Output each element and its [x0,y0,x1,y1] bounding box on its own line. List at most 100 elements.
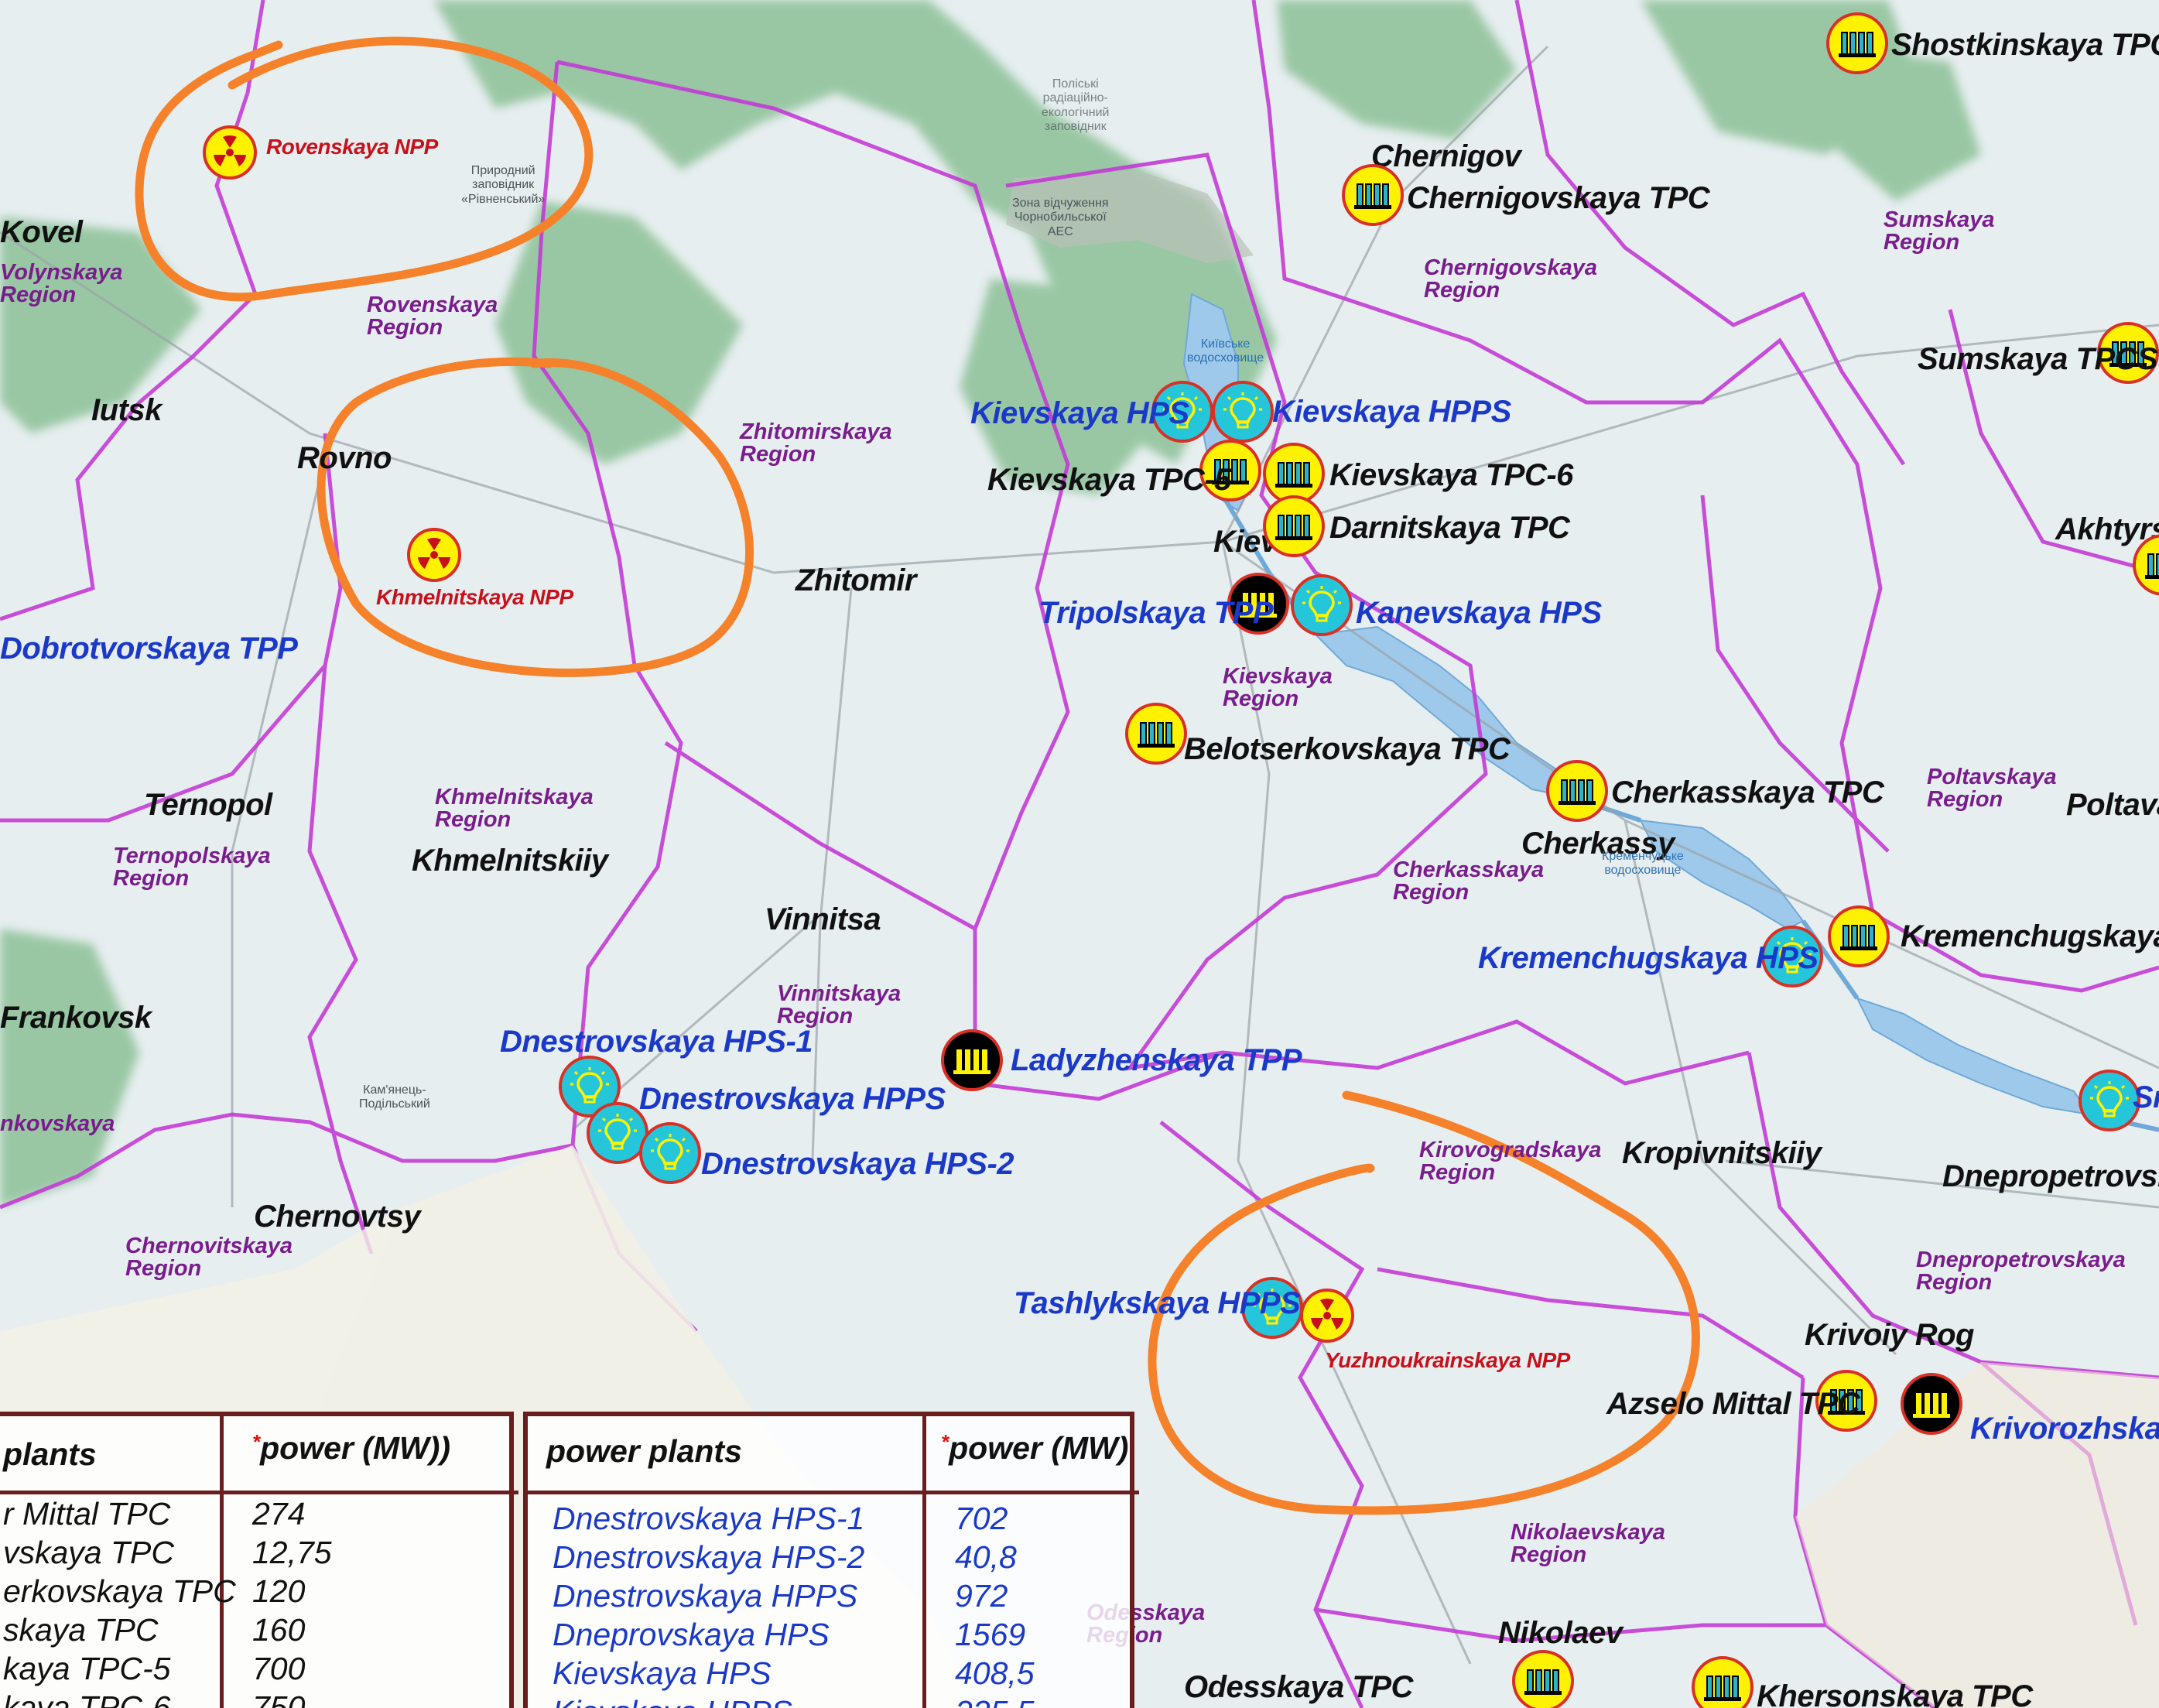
kyiv-reservoir-label: Київське водосховище [1187,337,1264,365]
city-rovno: Rovno [297,441,392,475]
label-sumskaya-partial: Su [2137,342,2159,376]
hydro-plant-icon[interactable] [1212,381,1274,443]
table-left-row-name: skaya TPC [3,1612,159,1648]
table-right-row-power: 235,5 [955,1696,1035,1708]
label-ladyzhenskaya-tpp: Ladyzhenskaya TPP [1011,1043,1302,1077]
table-right-header-plants: power plants [546,1433,742,1469]
city-kovel: Kovel [0,215,83,249]
thermal-plant-icon[interactable] [1342,164,1404,226]
region-dnepropetrovskaya: Dnepropetrovskaya Region [1916,1248,2126,1295]
kamyanets-label: Кам'янець- Подільський [359,1083,430,1111]
kremenchug-reservoir-label: Кременчуцьке водосховище [1602,850,1684,878]
table-left-row-power: 120 [252,1573,306,1609]
label-dnestrovskaya-hps2: Dnestrovskaya HPS-2 [701,1147,1014,1181]
thermal-power-plant-icon[interactable] [1901,1373,1962,1435]
label-rovenskaya-npp: Rovenskaya NPP [266,135,438,159]
city-iutsk: Iutsk [91,393,162,427]
table-left-row-power: 700 [252,1651,306,1686]
nuclear-icon[interactable] [203,125,257,180]
rivnenskiy-reserve-label: Природний заповідник «Рівненський» [461,164,546,206]
table-right-row-name: Dneprovskaya HPS [553,1617,830,1652]
table-left-header-power: *power (MW)) [252,1430,451,1466]
table-right-row-power: 408,5 [955,1655,1035,1691]
table-left-header-plants: plants [3,1436,97,1472]
thermal-plant-icon[interactable] [1512,1650,1574,1708]
label-dobrotvorskaya-tpp: Dobrotvorskaya TPP [0,632,298,666]
table-left-row-power: 160 [252,1612,306,1648]
table-right-row-power: 972 [955,1578,1008,1614]
table-left-row-name: vskaya TPC [3,1535,174,1570]
region-khmelnitskaya: Khmelnitskaya Region [435,785,594,832]
region-sumskaya: Sumskaya Region [1884,207,1995,255]
label-dnestrovskaya-hpps: Dnestrovskaya HPPS [639,1082,946,1116]
label-belotserkovskaya-tpc: Belotserkovskaya TPC [1184,732,1511,766]
region-volynskaya: Volynskaya Region [0,260,123,307]
table-left-row-power: 274 [252,1496,306,1532]
table-left-row-name: kaya TPC-5 [3,1651,171,1686]
label-kremenchugskaya-tpc: Kremenchugskaya TPC [1901,919,2159,953]
label-azselo-mittal-tpc: Azselo Mittal TPC [1606,1387,1860,1421]
table-right-row-power: 702 [955,1501,1008,1536]
city-chernigov: Chernigov [1371,139,1521,173]
thermal-power-plant-icon[interactable] [941,1029,1003,1091]
label-dnestrovskaya-hps1: Dnestrovskaya HPS-1 [500,1025,813,1059]
city-chernovtsy: Chernovtsy [254,1200,421,1234]
label-kanevskaya-hps: Kanevskaya HPS [1356,596,1602,630]
label-khersonskaya-tpc: Khersonskaya TPC [1757,1679,2033,1708]
city-frankovsk: Frankovsk [0,1001,152,1035]
thermal-plant-icon[interactable] [1828,905,1890,967]
city-nikolaev: Nikolaev [1498,1616,1623,1650]
label-kievskaya-hpps: Kievskaya HPPS [1272,395,1511,429]
hydro-plant-icon[interactable] [639,1122,701,1184]
city-zhitomir: Zhitomir [796,563,916,597]
table-right-row-name: Dnestrovskaya HPS-2 [553,1539,865,1575]
city-kropivnitskiy: Kropivnitskiiy [1622,1136,1822,1170]
label-kievskaya-hps: Kievskaya HPS [970,396,1189,430]
label-cherkasskaya-tpc: Cherkasskaya TPC [1611,775,1884,810]
region-kievskaya: Kievskaya Region [1223,664,1333,711]
label-krivorozhskaya: Krivorozhskaya [1970,1412,2159,1446]
city-ternopol: Ternopol [144,788,272,822]
region-kirovogradskaya: Kirovogradskaya Region [1419,1138,1602,1185]
table-left-row-power: 12,75 [252,1535,332,1570]
power-table-right: power plants *power (MW) Dnestrovskaya H… [523,1412,1139,1708]
region-zhitomirskaya: Zhitomirskaya Region [740,419,892,467]
power-table-left: plants *power (MW)) r Mittal TPC 274 vsk… [0,1412,518,1708]
thermal-plant-icon[interactable] [1263,495,1325,557]
thermal-plant-icon[interactable] [1125,703,1187,765]
hydro-plant-icon[interactable] [1291,574,1353,636]
label-kremenchugskaya-hps: Kremenchugskaya HPS [1478,941,1819,975]
table-left-row-power: 750 [252,1689,306,1708]
region-chernovitskaya: Chernovitskaya Region [125,1234,293,1281]
city-dnepropetrovsk: Dnepropetrovsk [1942,1159,2159,1193]
thermal-plant-icon[interactable] [1546,760,1608,822]
region-vinnitskaya: Vinnitskaya Region [777,981,902,1029]
table-left-row-name: kaya TPC-6 [3,1689,171,1708]
table-right-row-power: 1569 [955,1617,1026,1652]
region-nikolaevskaya: Nikolaevskaya Region [1511,1520,1665,1567]
city-vinnitsa: Vinnitsa [765,902,881,936]
label-khmelnitskaya-npp: Khmelnitskaya NPP [376,585,573,609]
label-odesskaya-tpc: Odesskaya TPC [1184,1670,1413,1704]
label-kievskaya-tpc5: Kievskaya TPC-5 [987,463,1231,497]
label-sumskaya-tpc: Sumskaya TPC [1918,342,2137,376]
table-right-row-name: Kievskaya HPPS [553,1696,792,1708]
nuclear-icon[interactable] [407,528,461,582]
label-darnitskaya-tpc: Darnitskaya TPC [1329,511,1570,545]
hydro-plant-icon[interactable] [2079,1070,2140,1131]
nuclear-icon[interactable] [1300,1289,1354,1343]
chernobyl-zone-label: Зона відчуження Чорнобильської АЕС [1012,197,1109,238]
polesie-reserve-label: Поліські радіаційно- екологічний заповід… [1042,77,1110,134]
thermal-plant-icon[interactable] [1826,12,1888,74]
label-yuzhnoukrainskaya-npp: Yuzhnoukrainskaya NPP [1325,1348,1570,1372]
region-frankovskaya: nkovskaya [0,1111,115,1136]
table-left-row-name: erkovskaya TPC [3,1573,236,1609]
label-tripolskaya-tpp: Tripolskaya TPP [1038,596,1274,630]
table-right-row-name: Kievskaya HPS [553,1655,772,1691]
region-chernigovskaya: Chernigovskaya Region [1424,255,1598,303]
city-krivoiy-rog: Krivoiy Rog [1805,1318,1974,1352]
city-khmelnitskiy: Khmelnitskiiy [412,844,608,878]
region-cherkasskaya: Cherkasskaya Region [1393,857,1545,905]
label-chernigovskaya-tpc: Chernigovskaya TPC [1407,181,1710,215]
table-right-header-power: *power (MW) [941,1430,1129,1466]
